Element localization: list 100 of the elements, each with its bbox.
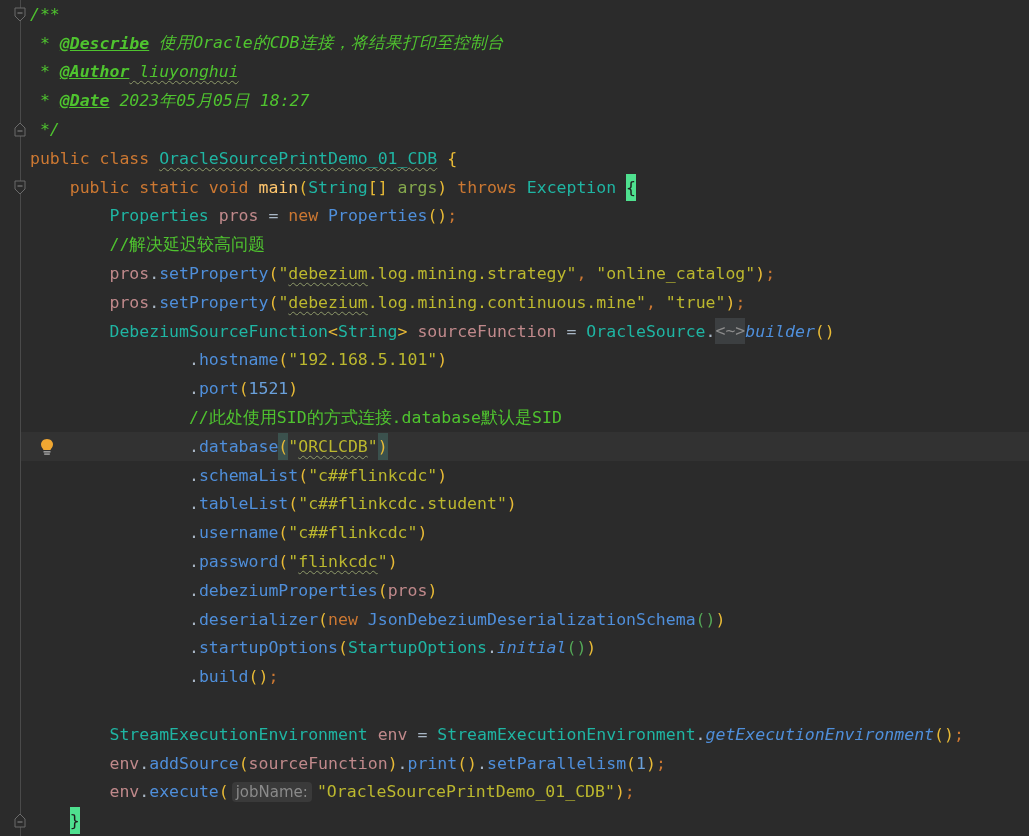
- punctuation: ;: [765, 264, 776, 284]
- method-name: main: [258, 177, 299, 197]
- string-literal: "192.168.5.101": [288, 350, 438, 370]
- bracket: ): [427, 580, 438, 600]
- keyword: new: [328, 609, 359, 629]
- doc-comment-text: 2023年05月05日 18:27: [118, 89, 310, 112]
- keyword: public class: [30, 148, 151, 168]
- variable-name: pros: [109, 292, 150, 312]
- bracket: (): [934, 724, 954, 744]
- variable-name: sourceFunction: [417, 321, 557, 341]
- operator: .: [188, 436, 199, 456]
- punctuation: ,: [645, 292, 657, 312]
- method-name: hostname: [198, 350, 279, 370]
- method-name: getExecutionEnvironment: [705, 724, 934, 744]
- brace: {: [446, 148, 458, 168]
- punctuation: ,: [576, 264, 588, 284]
- parameter-name: args: [397, 177, 438, 197]
- number-literal: 1: [636, 753, 646, 773]
- class-name: StreamExecutionEnvironment: [437, 724, 696, 744]
- doc-comment-text: *: [38, 62, 51, 82]
- bracket: (: [298, 465, 309, 485]
- fold-icon[interactable]: [14, 122, 26, 137]
- bracket: (: [268, 292, 279, 312]
- bracket: (: [238, 753, 249, 773]
- operator: .: [188, 552, 199, 572]
- method-name: build: [198, 667, 249, 687]
- string-literal: flinkcdc: [298, 552, 378, 572]
- operator: .: [149, 264, 160, 284]
- doc-comment-text: *: [38, 91, 51, 111]
- method-name: print: [407, 753, 458, 773]
- operator: .: [188, 350, 199, 370]
- variable-name: env: [109, 782, 140, 802]
- bracket: (: [268, 264, 279, 284]
- variable-name: sourceFunction: [248, 753, 388, 773]
- method-name: setProperty: [159, 292, 269, 312]
- bracket: (: [278, 432, 289, 460]
- doc-tag: @Describe: [59, 33, 150, 53]
- string-literal: .log.mining.strategy": [367, 264, 577, 284]
- number-literal: 1521: [248, 379, 289, 399]
- method-name: Properties: [328, 206, 428, 226]
- string-literal: "c##flinkcdc": [308, 465, 438, 485]
- operator: .: [188, 379, 199, 399]
- doc-comment-text: liuyonghui: [138, 62, 239, 82]
- bracket: (: [337, 638, 348, 658]
- operator: .: [695, 724, 706, 744]
- fold-icon[interactable]: [14, 813, 26, 829]
- variable-name: env: [109, 753, 140, 773]
- bracket: ): [725, 292, 736, 312]
- method-name: setParallelism: [487, 753, 627, 773]
- bracket: ): [506, 494, 517, 514]
- bracket: (): [814, 321, 835, 341]
- bracket: ): [715, 609, 726, 629]
- operator: .: [477, 753, 487, 773]
- method-name: initial: [496, 638, 567, 658]
- string-literal: "c##flinkcdc.student": [298, 494, 507, 514]
- operator: .: [139, 753, 150, 773]
- bracket: (: [218, 782, 229, 802]
- method-name: startupOptions: [198, 638, 338, 658]
- bracket: >: [397, 321, 409, 341]
- class-name: Exception: [526, 177, 618, 197]
- doc-comment-text: */: [38, 120, 60, 140]
- bracket: (: [626, 753, 636, 773]
- bracket: []: [367, 177, 389, 197]
- punctuation: ;: [447, 206, 458, 226]
- method-name: port: [198, 379, 239, 399]
- bracket: (): [248, 667, 269, 687]
- string-literal: debezium: [288, 264, 368, 284]
- class-name: StreamExecutionEnvironment: [109, 724, 369, 744]
- lightbulb-icon[interactable]: [40, 437, 54, 456]
- string-literal: ": [288, 436, 299, 456]
- variable-name: pros: [109, 264, 150, 284]
- class-name: String: [308, 177, 368, 197]
- class-name: String: [337, 321, 398, 341]
- operator: .: [188, 580, 199, 600]
- operator: =: [267, 206, 280, 226]
- brace: {: [626, 173, 637, 201]
- method-name: addSource: [149, 753, 239, 773]
- variable-name: pros: [218, 206, 259, 226]
- bracket: ): [614, 782, 625, 802]
- operator: =: [416, 724, 429, 744]
- string-literal: "true": [665, 292, 726, 312]
- string-literal: "OracleSourcePrintDemo_01_CDB": [316, 782, 615, 802]
- method-name: database: [198, 436, 279, 456]
- variable-name: pros: [387, 580, 428, 600]
- operator: .: [397, 753, 408, 773]
- class-name: OracleSource: [586, 321, 706, 341]
- punctuation: ;: [953, 724, 964, 744]
- fold-icon[interactable]: [14, 6, 26, 22]
- bracket: ): [377, 432, 388, 460]
- bracket: ): [387, 753, 398, 773]
- bracket: ): [645, 753, 656, 773]
- comment-text: //解决延迟较高问题: [109, 233, 266, 256]
- doc-tag: @Author: [59, 62, 130, 82]
- operator: .: [188, 465, 199, 485]
- fold-icon[interactable]: [14, 179, 26, 195]
- punctuation: ;: [655, 753, 666, 773]
- string-literal: ORCLCDB: [298, 436, 368, 456]
- folded-region[interactable]: <~>: [715, 318, 746, 345]
- punctuation: ;: [268, 667, 279, 687]
- operator: .: [188, 494, 199, 514]
